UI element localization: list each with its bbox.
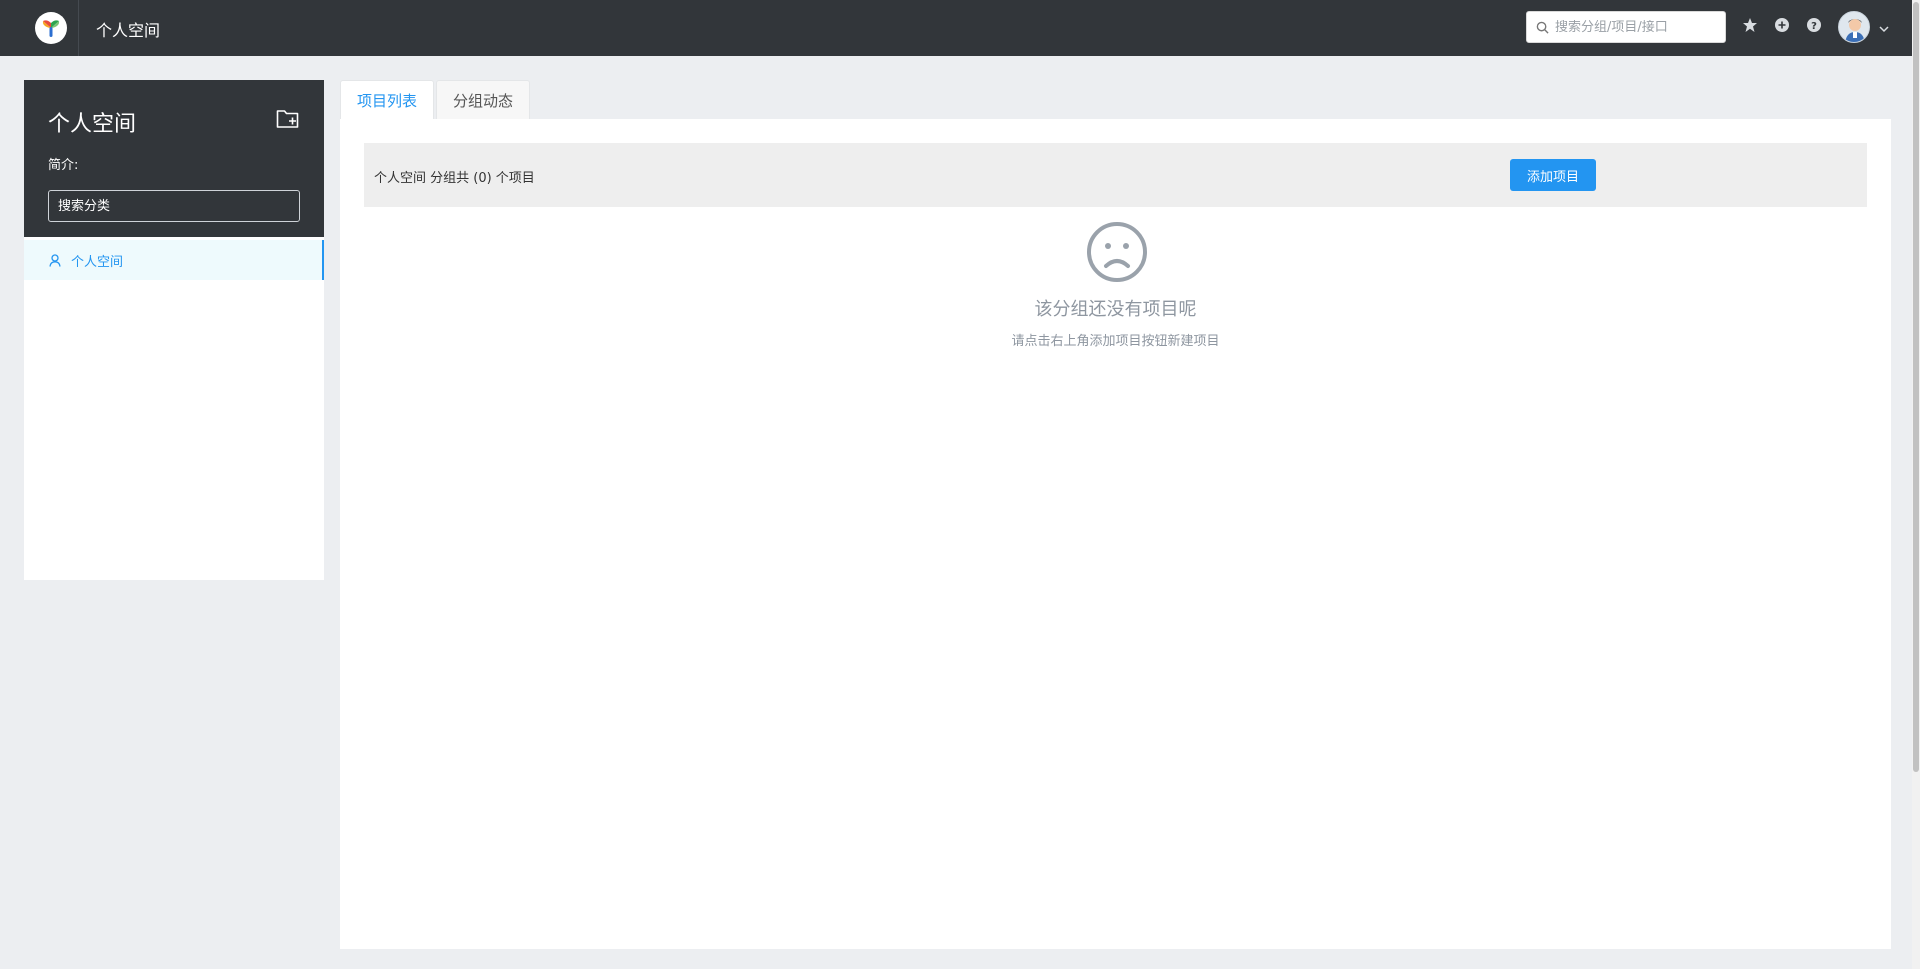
global-search-input[interactable] [1555, 19, 1715, 35]
main-panel: 个人空间 分组共 (0) 个项目 添加项目 该分组还没有项目呢 请点击右上角添加… [340, 119, 1891, 949]
project-info-bar: 个人空间 分组共 (0) 个项目 添加项目 [364, 143, 1867, 207]
plus-circle-icon[interactable] [1773, 16, 1791, 34]
top-header: 个人空间 ? [0, 0, 1920, 56]
global-search[interactable] [1526, 11, 1726, 43]
main-tabs: 项目列表 分组动态 [340, 80, 532, 120]
sidebar-description-label: 简介: [48, 158, 79, 173]
empty-state-subtitle: 请点击右上角添加项目按钮新建项目 [1011, 334, 1220, 349]
logo-container[interactable] [24, 0, 79, 56]
search-icon [1536, 21, 1549, 34]
logo-icon[interactable] [35, 12, 67, 44]
group-sidebar: 个人空间 简介: 个人空间 [24, 80, 324, 580]
add-folder-icon[interactable] [276, 108, 300, 130]
category-search-input[interactable] [48, 190, 300, 222]
scrollbar-thumb[interactable] [1913, 2, 1919, 772]
avatar[interactable] [1838, 11, 1870, 43]
chevron-down-icon[interactable] [1878, 20, 1890, 33]
sad-face-icon [1085, 220, 1149, 284]
add-project-button[interactable]: 添加项目 [1510, 159, 1596, 191]
tab-group-activity[interactable]: 分组动态 [436, 80, 531, 120]
page-scrollbar[interactable] [1912, 0, 1920, 969]
empty-state-title: 该分组还没有项目呢 [1034, 299, 1197, 320]
question-icon[interactable]: ? [1805, 16, 1823, 34]
sidebar-item-personal-space[interactable]: 个人空间 [24, 240, 324, 280]
project-count-text: 个人空间 分组共 (0) 个项目 [374, 171, 535, 186]
star-icon[interactable] [1741, 16, 1759, 34]
tab-project-list[interactable]: 项目列表 [340, 80, 435, 120]
sidebar-item-label: 个人空间 [71, 254, 124, 270]
user-icon [49, 253, 61, 267]
svg-text:?: ? [1811, 21, 1817, 32]
sidebar-header: 个人空间 简介: [24, 80, 324, 237]
header-title: 个人空间 [96, 21, 161, 40]
sidebar-title: 个人空间 [48, 112, 137, 137]
